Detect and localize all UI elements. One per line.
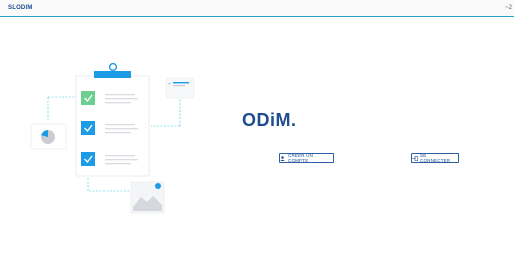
login-label: SE CONNECTER	[420, 153, 451, 163]
language-indicator[interactable]: ~2	[505, 5, 512, 11]
create-account-label: CRÉER UN COMPTE	[288, 153, 314, 163]
create-account-button[interactable]: CRÉER UN COMPTE	[279, 153, 334, 163]
login-icon	[412, 155, 418, 161]
login-button[interactable]: SE CONNECTER	[411, 153, 459, 163]
checklist-illustration	[30, 62, 195, 214]
top-bar: SLODIM ~2	[0, 0, 514, 17]
user-plus-icon	[280, 155, 286, 161]
odim-logo: ODiM.	[242, 110, 297, 130]
brand-title[interactable]: SLODIM	[8, 5, 33, 11]
